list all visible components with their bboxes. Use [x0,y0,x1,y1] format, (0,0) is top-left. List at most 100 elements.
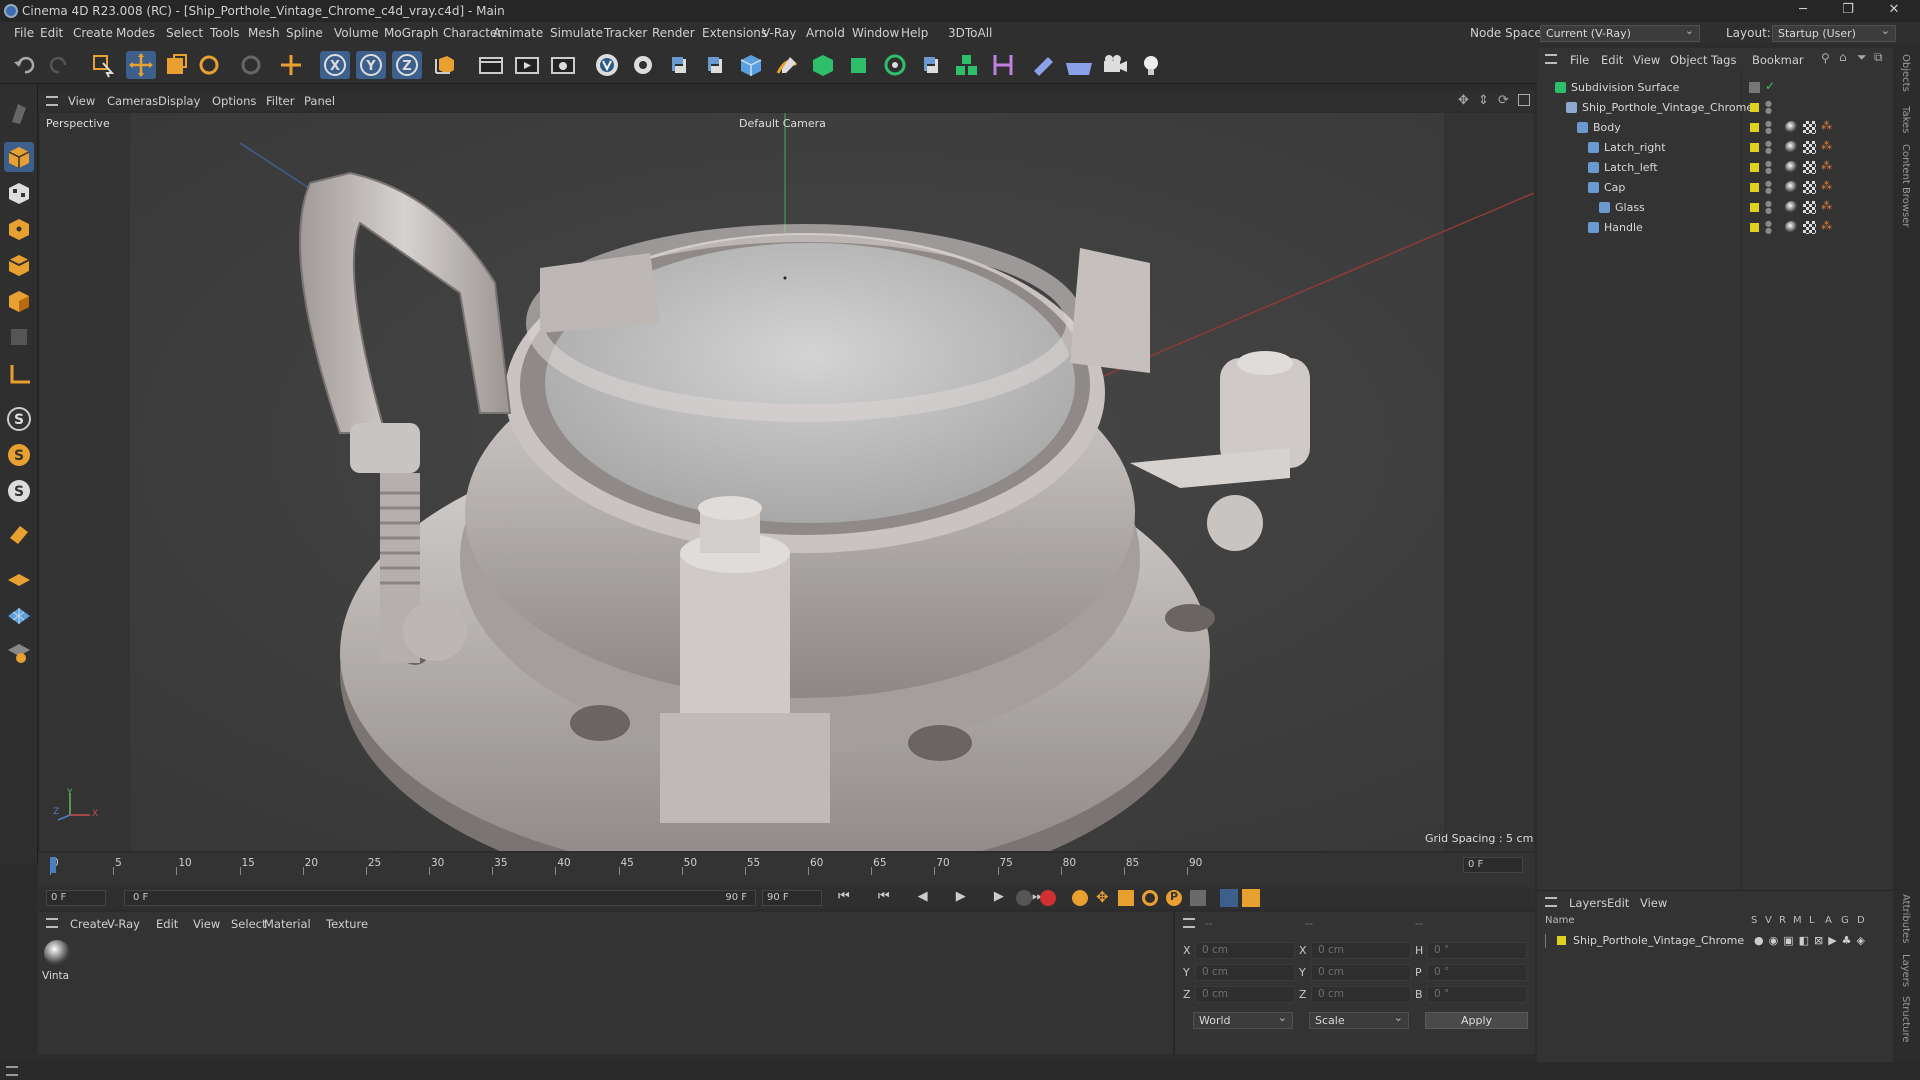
coord-size-x-field[interactable]: 0 cm [1311,942,1411,959]
vray-icon[interactable] [592,51,622,79]
material-tag-icon[interactable] [1785,181,1798,194]
apply-button[interactable]: Apply [1425,1012,1528,1029]
material-tag-icon[interactable] [1785,141,1798,154]
vray-tag-icon[interactable]: ⁂ [1821,179,1832,192]
tab-layers[interactable]: Layers [1900,954,1911,987]
tab-structure[interactable]: Structure [1900,996,1911,1043]
object-row-latch-left[interactable]: Latch_left ● ● ⁂ [1537,158,1893,178]
coord-pos-y-field[interactable]: 0 cm [1195,964,1295,981]
material-menu-v-ray[interactable]: V-Ray [107,917,140,931]
workplane-icon[interactable] [4,564,34,594]
node-space-dropdown[interactable]: Current (V-Ray) [1540,25,1700,42]
keyframe-selection-icon[interactable] [1072,890,1088,906]
layer-color-swatch[interactable] [1750,163,1759,172]
vray-tag-icon[interactable]: ⁂ [1821,119,1832,132]
tab-objects[interactable]: Objects [1900,54,1911,92]
visibility-dots-icon[interactable]: ● ● [1765,220,1772,235]
object-row-ship-porthole-vintage-chrome[interactable]: Ship_Porthole_Vintage_Chrome ● ● [1537,98,1893,118]
menu-render[interactable]: Render [652,26,695,40]
quantize-icon[interactable]: S [4,476,34,506]
object-row-cap[interactable]: Cap ● ● ⁂ [1537,178,1893,198]
object-name[interactable]: Cap [1604,181,1625,194]
rotate-tool-icon[interactable] [194,51,224,79]
object-name[interactable]: Latch_right [1604,141,1666,154]
material-menu-select[interactable]: Select [231,917,266,931]
layer-color-swatch[interactable] [1750,103,1759,112]
object-row-latch-right[interactable]: Latch_right ● ● ⁂ [1537,138,1893,158]
layer-color-swatch[interactable] [1750,223,1759,232]
coord-pos-z-field[interactable]: 0 cm [1195,986,1295,1003]
material-menu-create[interactable]: Create [70,917,108,931]
visibility-dots-icon[interactable]: ● ● [1765,160,1772,175]
menu-help[interactable]: Help [901,26,928,40]
layer-name[interactable]: Ship_Porthole_Vintage_Chrome [1573,934,1744,947]
menu-extensions[interactable]: Extensions [702,26,767,40]
tab-attributes[interactable]: Attributes [1900,894,1911,943]
coord-pos-x-field[interactable]: 0 cm [1195,942,1295,959]
timeline-ruler[interactable]: 051015202530354045505560657075808590 0 F [38,853,1535,887]
vray-tag-icon[interactable]: ⁂ [1821,219,1832,232]
undo-icon[interactable] [10,51,40,79]
object-row-subdivision-surface[interactable]: Subdivision Surface ✓ [1537,78,1893,98]
layer-row[interactable]: Ship_Porthole_Vintage_Chrome ●◉▣◧⊠▶♣◈ [1537,931,1893,951]
light-icon[interactable] [1136,51,1166,79]
material-tag-icon[interactable] [1785,161,1798,174]
pen-spline-icon[interactable] [772,51,802,79]
material-thumbnail[interactable] [44,940,70,966]
hamburger-icon[interactable] [1545,54,1557,64]
viewport-menu-options[interactable]: Options [212,94,256,108]
material-tag-icon[interactable] [1785,221,1798,234]
material-tag-icon[interactable] [1785,121,1798,134]
filter-icon[interactable]: ⏷ [1857,50,1867,65]
restore-button[interactable]: ❐ [1826,0,1870,22]
uv-tag-icon[interactable] [1803,141,1816,154]
z-axis-lock-icon[interactable]: Z [392,51,422,79]
object-name[interactable]: Latch_left [1604,161,1658,174]
uv-tag-icon[interactable] [1803,201,1816,214]
coord-rot-h-field[interactable]: 0 ° [1427,942,1527,959]
autokey-record-icon[interactable] [1040,890,1056,906]
new-window-icon[interactable]: ⧉ [1874,50,1883,65]
hamburger-icon[interactable] [46,918,58,928]
key-rotation-icon[interactable] [1142,890,1158,906]
object-menu-object[interactable]: Object [1670,53,1707,67]
material-menu-material[interactable]: Material [264,917,311,931]
move-tool-icon[interactable] [126,51,156,79]
python-script-icon[interactable] [664,51,694,79]
layer-menu-view[interactable]: View [1640,896,1667,910]
vray-tag-icon[interactable]: ⁂ [1821,199,1832,212]
menu-simulate[interactable]: Simulate [550,26,603,40]
object-row-handle[interactable]: Handle ● ● ⁂ [1537,218,1893,238]
mograph-icon[interactable] [952,51,982,79]
object-menu-file[interactable]: File [1570,53,1589,67]
visibility-dots-icon[interactable]: ● ● [1765,180,1772,195]
material-menu-edit[interactable]: Edit [156,917,178,931]
menu-modes[interactable]: Modes [116,26,155,40]
menu-mograph[interactable]: MoGraph [384,26,439,40]
locked-workplane-icon[interactable] [4,636,34,666]
viewport-menu-cameras[interactable]: Cameras [107,94,158,108]
tweak-icon[interactable] [4,520,34,550]
menu-arnold[interactable]: Arnold [806,26,845,40]
points-mode-icon[interactable] [4,214,34,244]
3d-viewport[interactable]: Perspective Default Camera Grid Spacing … [40,113,1534,851]
scale-tool-icon[interactable] [160,51,190,79]
record-disabled-icon[interactable] [1016,890,1032,906]
deformer-icon[interactable] [988,51,1018,79]
start-frame-field[interactable]: 0 F [46,890,106,906]
menu-tools[interactable]: Tools [210,26,240,40]
object-name[interactable]: Body [1593,121,1621,134]
hamburger-icon[interactable] [1183,918,1195,928]
coordinate-system-icon[interactable] [430,51,460,79]
minimize-button[interactable]: ─ [1781,0,1825,22]
axis-mode-icon[interactable] [4,360,34,390]
material-name[interactable]: Vinta [42,970,69,982]
maximize-view-icon[interactable] [1518,94,1530,106]
viewport-menu-panel[interactable]: Panel [304,94,335,108]
move-view-icon[interactable]: ✥ [1458,93,1469,108]
workplane-snap-icon[interactable]: S [4,440,34,470]
layer-color-swatch[interactable] [1750,123,1759,132]
coord-system-dropdown[interactable]: World [1193,1012,1293,1029]
menu-select[interactable]: Select [166,26,203,40]
close-button[interactable]: ✕ [1872,0,1916,22]
